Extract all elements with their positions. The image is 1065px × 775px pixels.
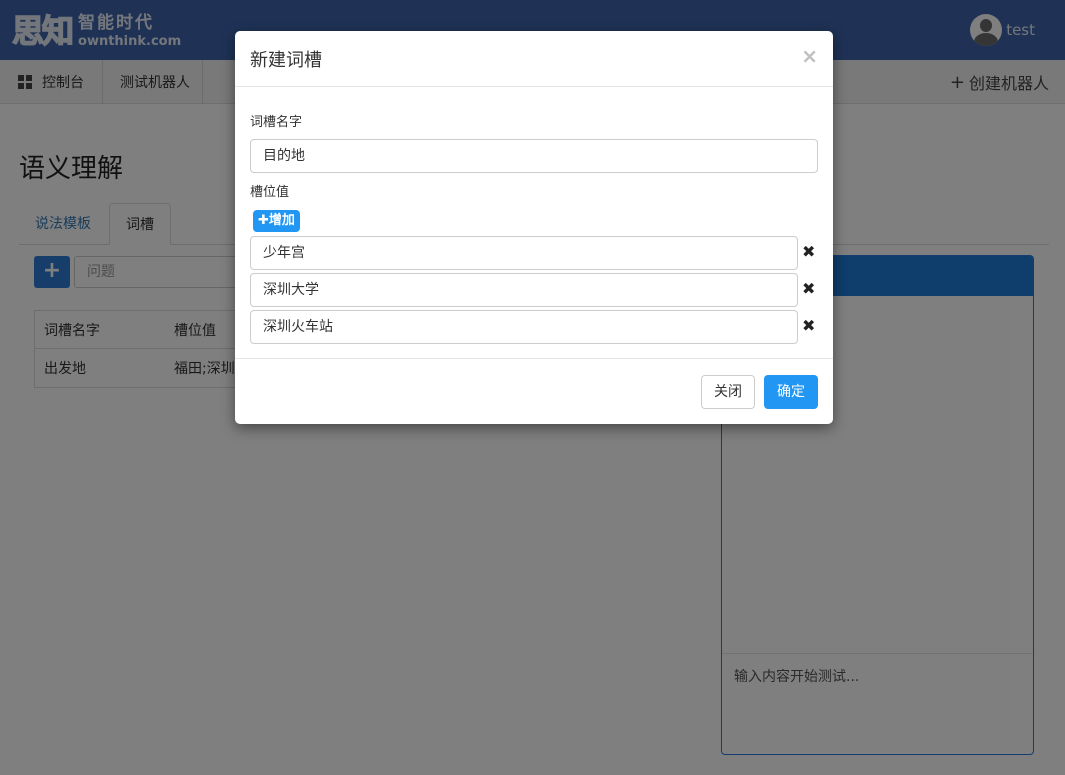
add-value-label: 增加 bbox=[268, 213, 295, 228]
add-value-button[interactable]: ✚增加 bbox=[253, 210, 300, 232]
slot-name-label: 词槽名字 bbox=[250, 115, 303, 130]
dialog-body: 词槽名字 目的地 槽位值 ✚增加 少年宫 ✖ 深圳大学 ✖ 深圳火车站 ✖ bbox=[235, 87, 833, 359]
remove-value-icon[interactable]: ✖ bbox=[802, 281, 816, 297]
confirm-button[interactable]: 确定 bbox=[764, 375, 818, 409]
slot-name-input[interactable]: 目的地 bbox=[250, 139, 818, 173]
slot-value-input[interactable]: 深圳火车站 bbox=[250, 310, 798, 344]
new-slot-dialog: 新建词槽 × 词槽名字 目的地 槽位值 ✚增加 少年宫 ✖ 深圳大学 ✖ 深圳火… bbox=[235, 31, 833, 424]
slot-value-input[interactable]: 少年宫 bbox=[250, 236, 798, 270]
plus-icon: ✚ bbox=[258, 213, 269, 228]
remove-value-icon[interactable]: ✖ bbox=[802, 318, 816, 334]
close-button[interactable]: 关闭 bbox=[701, 375, 755, 409]
dialog-title: 新建词槽 bbox=[250, 50, 322, 71]
close-icon[interactable]: × bbox=[801, 44, 818, 68]
slot-value-input[interactable]: 深圳大学 bbox=[250, 273, 798, 307]
dialog-footer: 关闭 确定 bbox=[235, 359, 833, 423]
dialog-header: 新建词槽 × bbox=[235, 31, 833, 87]
remove-value-icon[interactable]: ✖ bbox=[802, 244, 816, 260]
slot-values-label: 槽位值 bbox=[250, 185, 290, 200]
